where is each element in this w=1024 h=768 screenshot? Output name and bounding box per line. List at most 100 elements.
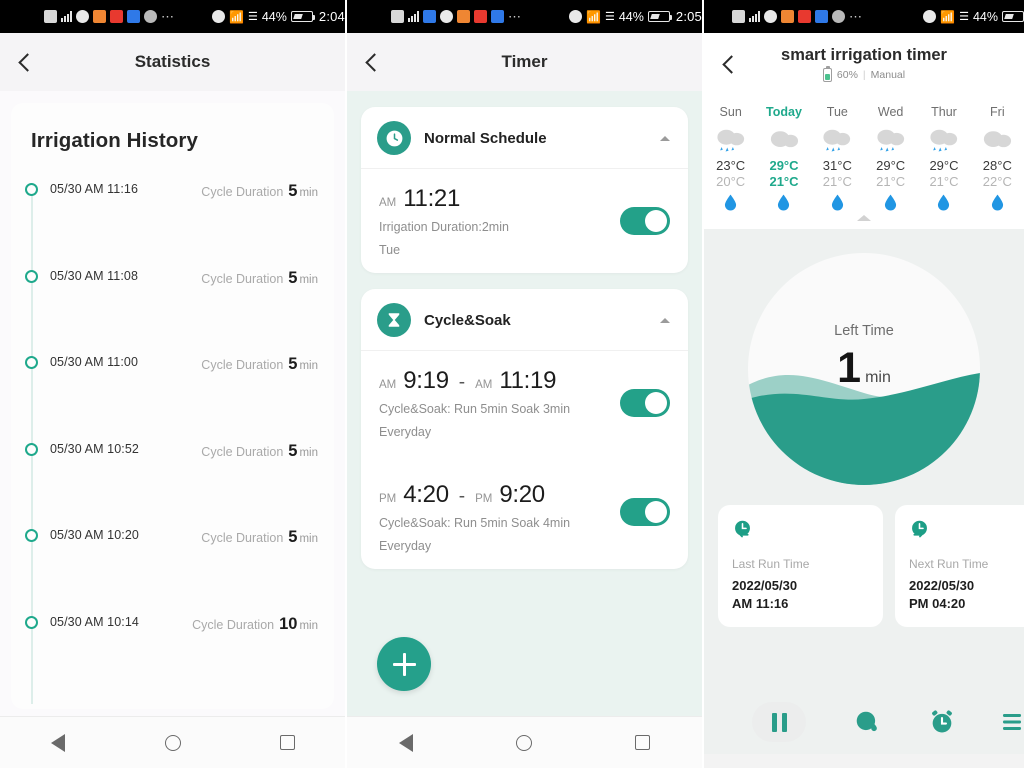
nav-home-button[interactable]: [160, 730, 186, 756]
schedule-item[interactable]: PM 4:20- PM 9:20 Cycle&Soak: Run 5min Soak 4…: [361, 455, 688, 569]
nav-back-button[interactable]: [393, 730, 419, 756]
schedule-toggle[interactable]: [620, 389, 670, 417]
battery-percent: 44%: [618, 9, 644, 24]
history-date: 05/30 AM 11:16: [50, 182, 139, 196]
back-button[interactable]: [355, 45, 389, 79]
nav-recents-button[interactable]: [275, 730, 301, 756]
schedule-item[interactable]: AM 9:19- AM 11:19 Cycle&Soak: Run 5min Soak …: [361, 351, 688, 455]
manual-water-button[interactable]: [854, 709, 880, 735]
water-drop-icon: [917, 194, 970, 211]
device-title: smart irrigation timer: [781, 46, 947, 64]
run-clock: PM 04:20: [909, 595, 966, 611]
rain-cloud-icon: [917, 125, 970, 155]
screenshot-root: ⋯ 📶 ☰ 44% 2:04 Statistics Irrigation His…: [0, 0, 1024, 768]
weather-collapse-button[interactable]: [704, 215, 1024, 221]
start-ampm: AM: [379, 197, 397, 209]
device-panel: ⋯ 📶 ☰ 44% smart irrigation timer 60% | M…: [702, 0, 1024, 768]
back-button[interactable]: [712, 47, 746, 81]
weather-day-column[interactable]: Sun 23°C 20°C: [704, 105, 757, 211]
sim-icon: [732, 10, 745, 23]
alarm-clock-icon: [932, 710, 952, 733]
app-icon: [127, 10, 140, 23]
duration-value: 5: [288, 268, 298, 287]
cloud-icon: [770, 131, 799, 148]
nav-back-button[interactable]: [45, 730, 71, 756]
weather-low-temp: 21°C: [769, 174, 799, 189]
battery-percent: 44%: [261, 9, 287, 24]
schedule-repeat: Tue: [379, 243, 401, 257]
clock-time: 2:04: [318, 9, 345, 24]
schedule-card: Cycle&Soak AM 9:19- AM 11:19 Cycle&Soak: Run …: [361, 289, 688, 569]
weather-day-column[interactable]: Thur 29°C 21°C: [917, 105, 970, 211]
end-ampm: PM: [475, 493, 493, 505]
schedule-toggle[interactable]: [620, 207, 670, 235]
collapse-caret-icon[interactable]: [660, 317, 670, 323]
rain-cloud-icon: [811, 125, 864, 155]
history-timeline: 05/30 AM 11:16 Cycle Duration 5 min 05/30 AM…: [11, 179, 334, 704]
battery-percent-label: 60%: [836, 69, 858, 81]
device-titlebar: smart irrigation timer 60% | Manual: [704, 33, 1024, 95]
run-time-label: Next Run Time: [909, 557, 989, 571]
timer-titlebar: Timer: [347, 33, 702, 91]
weather-day-column[interactable]: Fri 28°C 22°C: [971, 105, 1024, 211]
weather-low-temp: 20°C: [716, 174, 746, 189]
water-drop-icon: [991, 194, 1003, 211]
status-bar: ⋯ 📶 ☰ 44% 2:05: [347, 0, 702, 33]
rain-cloud-icon: [864, 125, 917, 155]
history-duration: Cycle Duration 5 min: [201, 269, 318, 288]
more-icon: ⋯: [508, 8, 522, 24]
duration-label: Cycle Duration: [201, 444, 284, 459]
player-icon: [781, 10, 794, 23]
weather-day-column[interactable]: Wed 29°C 21°C: [864, 105, 917, 211]
page-title: Statistics: [134, 52, 211, 71]
weather-day-label: Fri: [990, 105, 1005, 119]
last-run-icon: [732, 519, 869, 545]
timer-button[interactable]: [928, 708, 956, 736]
schedule-card-header[interactable]: Cycle&Soak: [361, 289, 688, 351]
history-date: 05/30 AM 10:52: [50, 441, 139, 456]
android-nav-bar: [0, 716, 345, 768]
collapse-caret-icon[interactable]: [660, 135, 670, 141]
status-bar: ⋯ 📶 ☰ 44% 2:04: [0, 0, 345, 33]
rain-cloud-icon: [877, 129, 904, 152]
start-time: 9:19: [403, 367, 449, 394]
bluetooth-icon: 📶: [940, 9, 956, 24]
water-drop-icon: [856, 711, 877, 732]
weather-day-column[interactable]: Today 29°C 21°C: [757, 105, 810, 211]
battery-percent: 44%: [972, 9, 998, 24]
rain-cloud-icon: [930, 129, 958, 152]
end-time: 11:19: [499, 367, 557, 394]
history-duration: Cycle Duration 10 min: [192, 615, 318, 634]
message-icon: [440, 10, 453, 23]
pause-button[interactable]: [752, 702, 806, 742]
device-subinfo: 60% | Manual: [822, 66, 905, 82]
weather-high-temp: 29°C: [929, 158, 959, 173]
status-bar-notifications: ⋯: [391, 9, 522, 25]
end-time: 9:20: [499, 481, 545, 508]
water-drop-icon: [725, 194, 737, 211]
clock-time: 2:05: [675, 9, 702, 24]
schedule-toggle[interactable]: [620, 498, 670, 526]
schedule-item[interactable]: AM 11:21 Irrigation Duration:2min Tue: [361, 169, 688, 273]
add-schedule-button[interactable]: [377, 637, 431, 691]
battery-icon: [290, 11, 315, 22]
schedule-card-header[interactable]: Normal Schedule: [361, 107, 688, 169]
back-button[interactable]: [8, 45, 42, 79]
records-button[interactable]: [1000, 710, 1024, 734]
irrigation-history-card: Irrigation History 05/30 AM 11:16 Cycle D…: [11, 103, 334, 709]
history-row: 05/30 AM 11:08 Cycle Duration 5 min: [11, 266, 334, 353]
run-time-card: Next Run Time 2022/05/30 PM 04:20: [895, 505, 1024, 628]
weather-day-column[interactable]: Tue 31°C 21°C: [811, 105, 864, 211]
weather-day-label: Sun: [719, 105, 742, 119]
duration-label: Cycle Duration: [201, 185, 284, 199]
list-icon: [1003, 714, 1021, 730]
nav-recents-button[interactable]: [630, 730, 656, 756]
gauge-label: Left Time: [834, 323, 894, 339]
duration-value: 5: [288, 182, 298, 200]
end-ampm: AM: [475, 379, 493, 391]
nav-home-button[interactable]: [511, 730, 537, 756]
rain-cloud-icon: [823, 129, 851, 152]
player-icon: [93, 10, 106, 23]
duration-unit: min: [299, 360, 318, 372]
battery-icon: [1001, 11, 1024, 22]
